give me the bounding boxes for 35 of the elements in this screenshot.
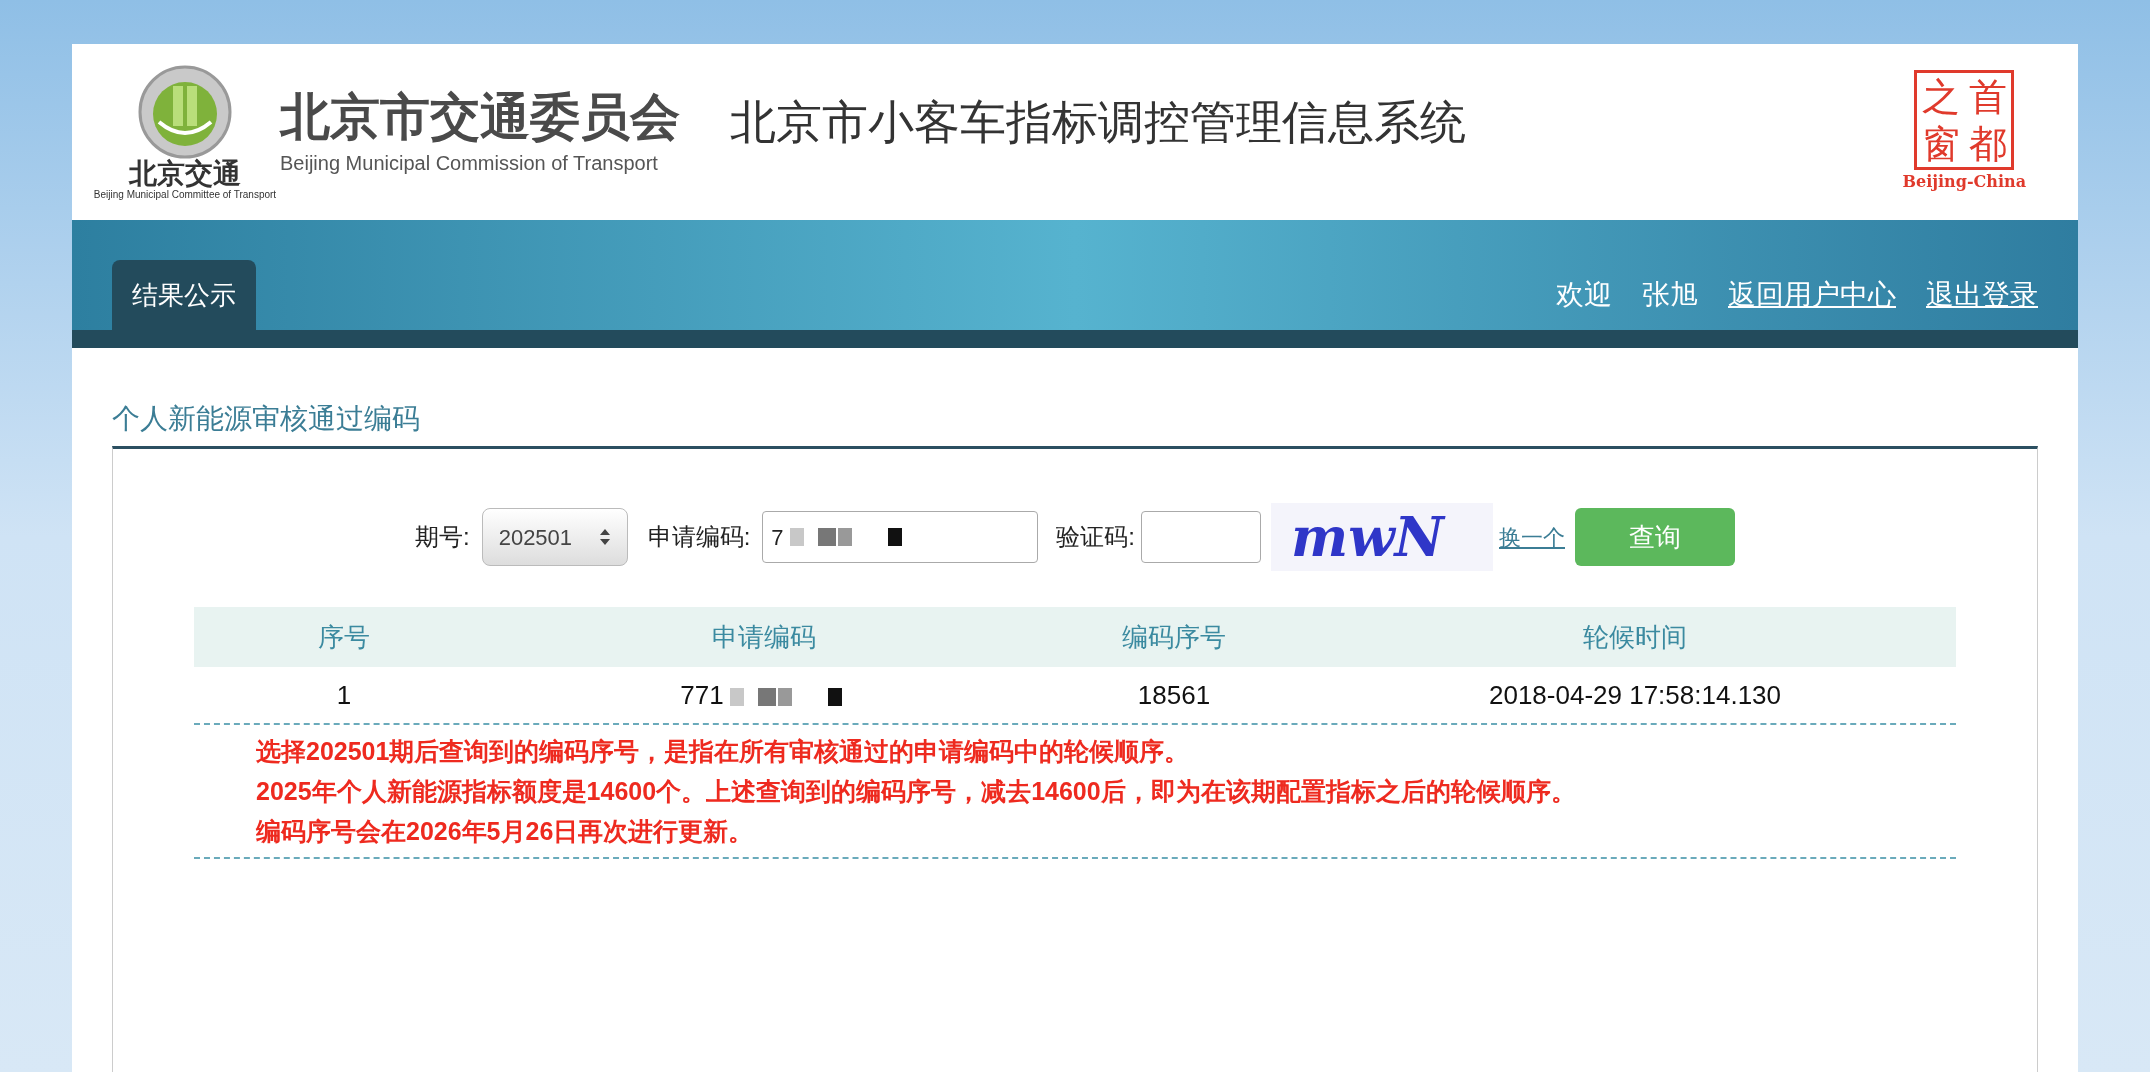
- nav-link[interactable]: 返回用户中心: [1728, 274, 1896, 316]
- seal-logo: 之 首 窗 都: [1914, 70, 2015, 170]
- code-label: 申请编码:: [647, 522, 751, 552]
- column-header: 申请编码: [711, 620, 817, 654]
- refresh-captcha-link[interactable]: 换一个: [1499, 520, 1565, 554]
- notice-text: 2025年个人新能源指标额度是14600个。上述查询到的编码序号，减去14600后，即为在该期配置指标之后的轮候顺序。: [256, 776, 1577, 807]
- period-select[interactable]: 202501: [481, 508, 628, 566]
- user-name: 张旭: [1642, 277, 1698, 313]
- organization-name: 北京市交通委员会: [280, 87, 680, 147]
- code-input[interactable]: 7: [762, 511, 1039, 563]
- table-cell-text: 18561: [1136, 678, 1212, 712]
- logo-subcaption: Beijing Municipal Committee of Transport: [93, 190, 277, 200]
- seal-caption: Beijing-China: [1902, 171, 2026, 193]
- captcha-label: 验证码:: [1056, 522, 1135, 552]
- column-header: 编码序号: [1121, 620, 1227, 654]
- logo-caption: 北京交通: [129, 160, 241, 188]
- welcome-text: 欢迎: [1556, 277, 1612, 313]
- query-button[interactable]: 查询: [1575, 508, 1735, 566]
- nav-tab[interactable]: 结果公示: [112, 260, 256, 330]
- notice-text: 选择202501期后查询到的编码序号，是指在所有审核通过的申请编码中的轮候顺序。: [256, 736, 1191, 767]
- logo-emblem-icon: [137, 64, 233, 160]
- sort-arrows-icon: [598, 527, 611, 547]
- period-label: 期号:: [415, 522, 470, 552]
- table-cell-text: 2018-04-29 17:58:14.130: [1488, 678, 1782, 712]
- table-cell: 771: [494, 675, 1034, 715]
- section-title: 个人新能源审核通过编码: [112, 402, 421, 436]
- column-header: 轮候时间: [1582, 620, 1688, 654]
- nav-link[interactable]: 退出登录: [1926, 274, 2038, 316]
- organization-name-english: Beijing Municipal Commission of Transport: [280, 151, 659, 177]
- table-cell-text: 1: [335, 678, 353, 712]
- column-header: 序号: [317, 620, 371, 654]
- notice-text: 编码序号会在2026年5月26日再次进行更新。: [256, 816, 755, 847]
- system-title: 北京市小客车指标调控管理信息系统: [730, 93, 1466, 151]
- captcha-image: mwN: [1271, 503, 1493, 571]
- captcha-input[interactable]: [1141, 511, 1261, 563]
